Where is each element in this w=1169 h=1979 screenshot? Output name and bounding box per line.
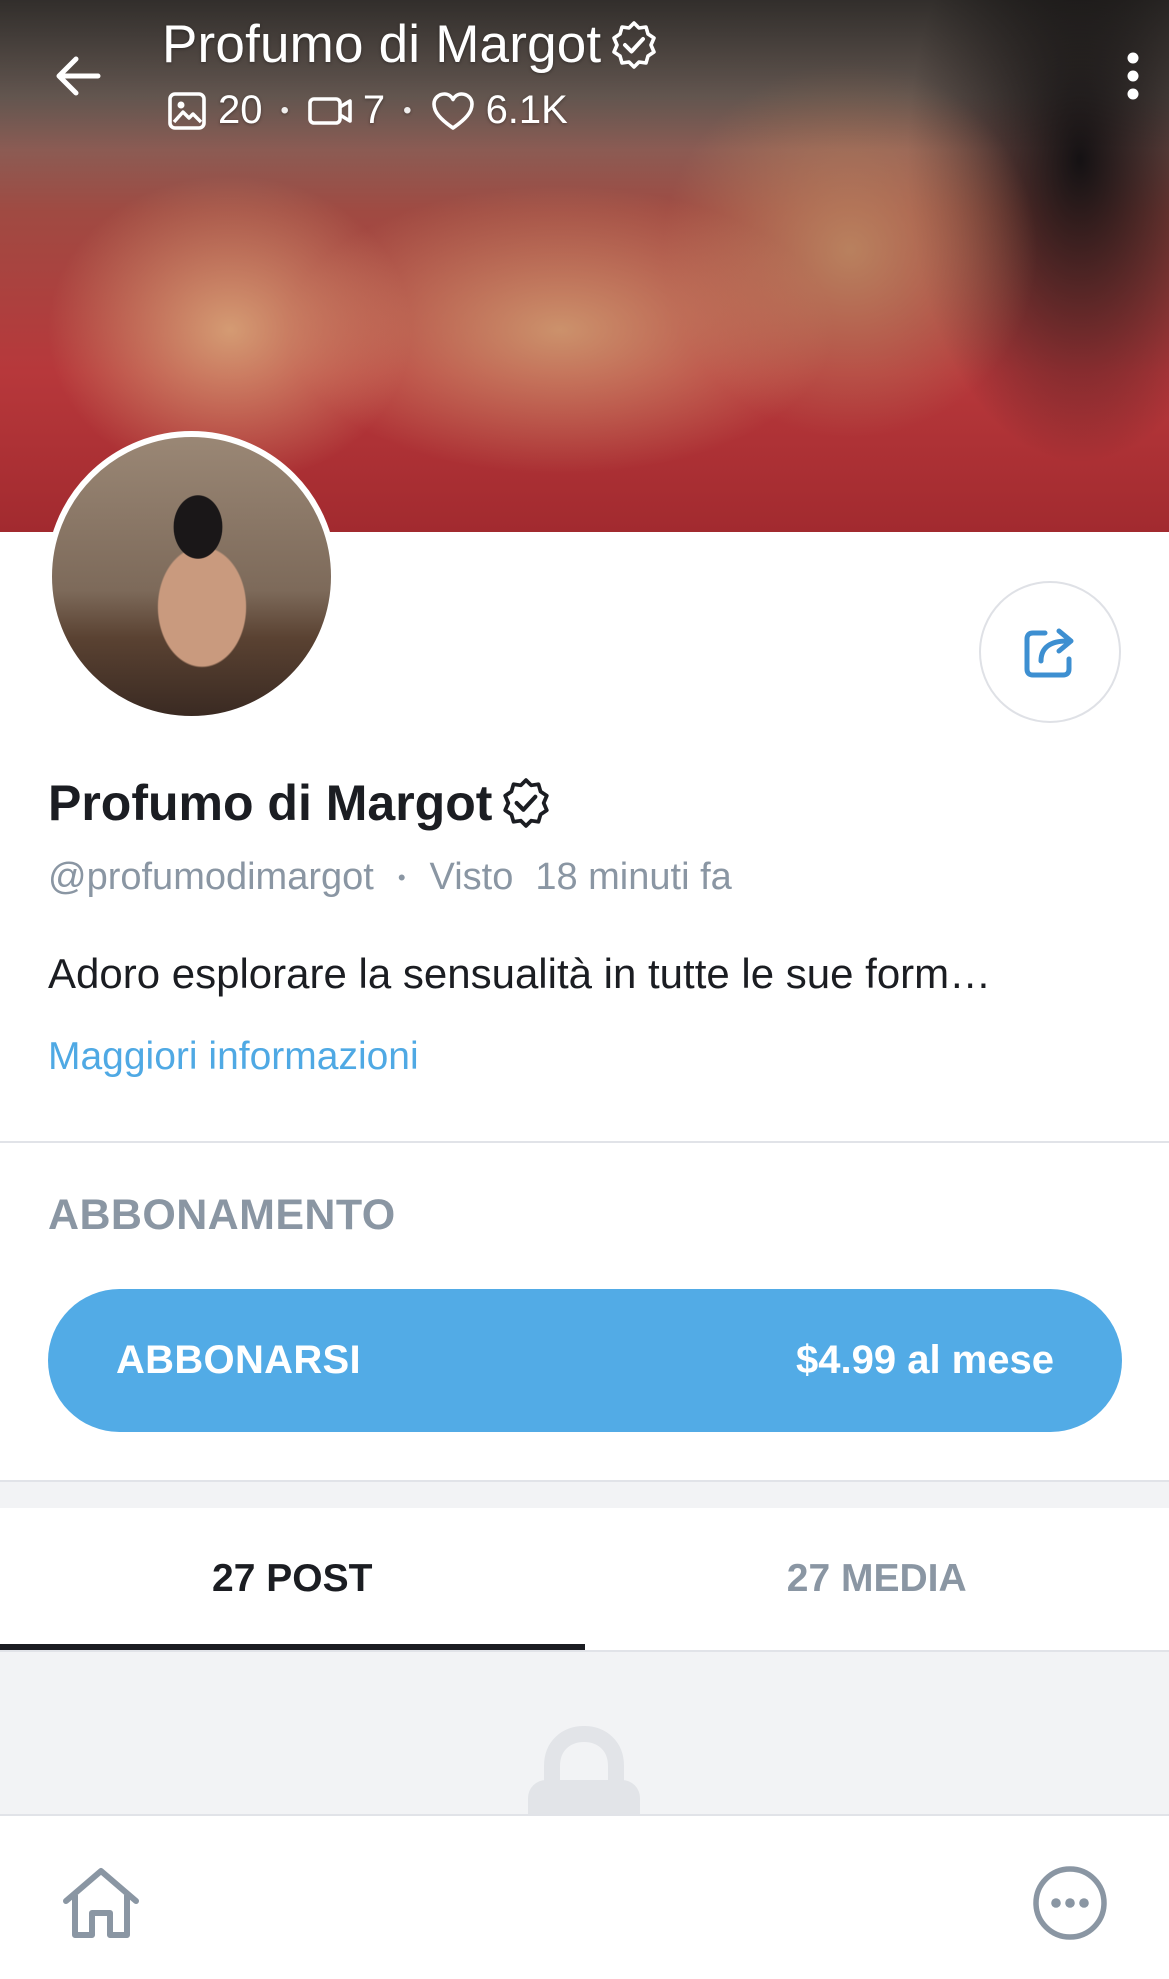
subscribe-button[interactable]: ABBONARSI $4.99 al mese — [48, 1289, 1122, 1432]
home-icon — [63, 1868, 139, 1938]
handle-line: @profumodimargot • Visto 18 minuti fa — [48, 856, 732, 899]
more-menu-button[interactable] — [1025, 1858, 1115, 1948]
section-gap — [0, 1482, 1169, 1508]
header-name: Profumo di Margot — [162, 15, 602, 74]
seen-label: Visto — [429, 856, 514, 898]
bottom-navigation — [0, 1814, 1169, 1979]
more-vertical-icon — [1127, 52, 1139, 100]
avatar[interactable] — [46, 431, 337, 722]
share-icon — [1024, 628, 1074, 678]
verified-badge-icon — [503, 778, 550, 828]
verified-badge-icon — [612, 20, 657, 69]
video-camera-icon — [308, 96, 352, 125]
handle: @profumodimargot — [48, 856, 374, 898]
subscribe-price: $4.99 al mese — [796, 1338, 1054, 1382]
more-info-link[interactable]: Maggiori informazioni — [48, 1035, 419, 1079]
stats-separator: • — [403, 96, 412, 124]
header-stats: 20 • 7 • 6.1K — [166, 88, 568, 133]
image-icon — [168, 91, 206, 130]
back-button[interactable] — [46, 44, 110, 108]
share-button[interactable] — [979, 581, 1121, 723]
more-options-button[interactable] — [1109, 44, 1157, 108]
locked-content-area — [0, 1652, 1169, 1814]
profile-page: Profumo di Margot 20 • 7 • 6.1K Profumo … — [0, 0, 1169, 1979]
home-button[interactable] — [56, 1858, 146, 1948]
header-title: Profumo di Margot — [162, 14, 659, 75]
lock-icon — [528, 1725, 640, 1814]
section-divider — [0, 1141, 1169, 1143]
tab-media[interactable]: 27 MEDIA — [585, 1508, 1169, 1650]
subscription-heading: ABBONAMENTO — [48, 1191, 396, 1239]
profile-name: Profumo di Margot — [48, 775, 493, 831]
back-arrow-icon — [56, 56, 101, 96]
content-tabs: 27 POST 27 MEDIA — [0, 1508, 1169, 1650]
stats-separator: • — [280, 96, 289, 124]
profile-name-row: Profumo di Margot — [48, 774, 552, 832]
bio-text: Adoro esplorare la sensualità in tutte l… — [48, 950, 992, 997]
photos-stat: 20 — [166, 88, 263, 133]
tab-posts[interactable]: 27 POST — [0, 1508, 585, 1650]
seen-time: 18 minuti fa — [535, 856, 732, 898]
handle-separator: • — [397, 864, 406, 890]
subscribe-label: ABBONARSI — [116, 1338, 361, 1382]
likes-count: 6.1K — [485, 88, 568, 132]
photos-count: 20 — [218, 88, 263, 132]
videos-stat: 7 — [307, 88, 385, 133]
videos-count: 7 — [362, 88, 386, 132]
more-horizontal-icon — [1033, 1866, 1107, 1940]
heart-icon — [431, 91, 474, 130]
likes-stat: 6.1K — [430, 88, 568, 133]
